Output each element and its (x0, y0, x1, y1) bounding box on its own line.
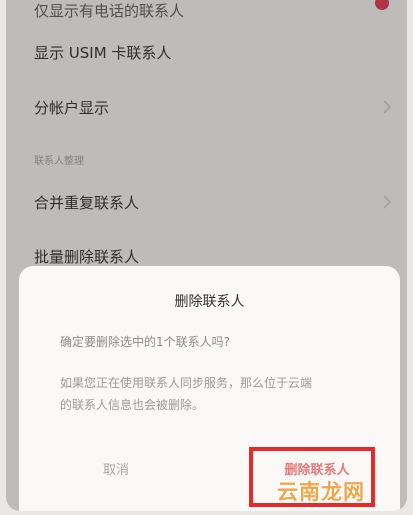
cancel-button[interactable]: 取消 (36, 451, 196, 491)
dialog-message: 确定要删除选中的1个联系人吗? (60, 335, 231, 349)
dialog-note-line: 如果您正在使用联系人同步服务，那么位于云端 (60, 376, 313, 390)
phone-frame: 仅显示有电话的联系人 显示 USIM 卡联系人 分帐户显示 联系人整理 合并重复… (0, 0, 413, 515)
dialog-title: 删除联系人 (174, 294, 245, 310)
watermark: 云南龙网 (277, 480, 365, 504)
contacts-settings-screen: 仅显示有电话的联系人 显示 USIM 卡联系人 分帐户显示 联系人整理 合并重复… (6, 0, 407, 511)
dialog-note-line: 的联系人信息也会被删除。 (60, 398, 205, 412)
dialog-sync-note: 如果您正在使用联系人同步服务，那么位于云端 的联系人信息也会被删除。 (60, 372, 370, 416)
